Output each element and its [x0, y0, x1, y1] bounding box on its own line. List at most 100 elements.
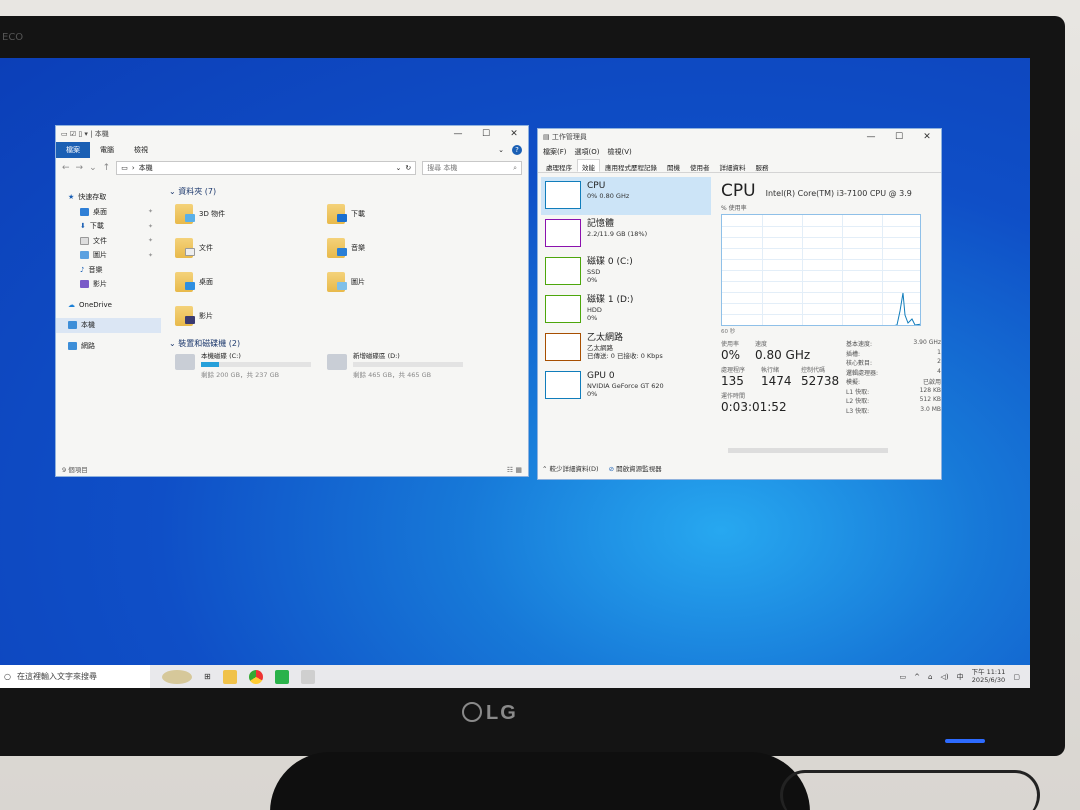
- horizontal-scrollbar[interactable]: [728, 448, 888, 453]
- resource-cpu[interactable]: CPU 0% 0.80 GHz: [541, 177, 711, 215]
- drive-c[interactable]: 本機磁碟 (C:) 剩餘 200 GB，共 237 GB: [175, 350, 311, 379]
- minimize-button[interactable]: —: [857, 132, 885, 142]
- maximize-button[interactable]: ☐: [472, 129, 500, 139]
- search-input[interactable]: 搜尋 本機 ⌕: [422, 161, 522, 175]
- task-manager-window: ▤ 工作管理員 — ☐ ✕ 檔案(F) 選項(O) 檢視(V) 處理程序 效能 …: [537, 128, 942, 480]
- pin-icon: ✦: [147, 251, 153, 259]
- drive-d[interactable]: 新增磁碟區 (D:) 剩餘 465 GB，共 465 GB: [327, 350, 463, 379]
- back-icon[interactable]: ←: [62, 163, 70, 173]
- tab-users[interactable]: 使用者: [685, 159, 715, 172]
- keyboard-icon[interactable]: ▭: [899, 673, 906, 681]
- tab-details[interactable]: 詳細資料: [715, 159, 751, 172]
- nav-quick-access[interactable]: ★ 快速存取: [56, 190, 161, 205]
- nav-this-pc[interactable]: 本機: [56, 318, 161, 333]
- folder-documents[interactable]: 文件: [175, 238, 213, 258]
- tab-app-history[interactable]: 應用程式歷程記錄: [600, 159, 662, 172]
- nav-item-documents[interactable]: 文件 ✦: [56, 234, 161, 249]
- line-icon[interactable]: [274, 669, 289, 684]
- menu-view[interactable]: 檢視(V): [607, 147, 631, 157]
- tab-file[interactable]: 檔案: [56, 142, 90, 158]
- nav-item-downloads[interactable]: ⬇ 下載 ✦: [56, 219, 161, 234]
- gpu-mini-graph: [545, 371, 581, 399]
- minimize-button[interactable]: —: [444, 129, 472, 139]
- nav-item-videos[interactable]: 影片: [56, 277, 161, 292]
- folder-downloads[interactable]: 下載: [327, 204, 365, 224]
- search-icon: ⌕: [513, 163, 517, 172]
- close-button[interactable]: ✕: [500, 129, 528, 139]
- nav-item-desktop[interactable]: 桌面 ✦: [56, 205, 161, 220]
- drive-c-usage-fill: [201, 362, 219, 367]
- tray-expand-icon[interactable]: ^: [914, 673, 920, 681]
- cloud-icon: ☁: [68, 300, 75, 309]
- tab-computer[interactable]: 電腦: [90, 142, 124, 158]
- tab-view[interactable]: 檢視: [124, 142, 158, 158]
- folders-group-header[interactable]: ⌄ 資料夾 (7): [169, 186, 216, 197]
- volume-icon[interactable]: ◁): [940, 673, 948, 681]
- pin-icon: ✦: [147, 237, 153, 245]
- notification-icon[interactable]: ▢: [1013, 673, 1020, 681]
- file-explorer-taskbar-icon[interactable]: [222, 669, 237, 684]
- forward-icon[interactable]: →: [76, 163, 84, 173]
- quick-access-toolbar[interactable]: ☑ ▯ ▾: [70, 130, 88, 138]
- tab-processes[interactable]: 處理程序: [541, 159, 577, 172]
- menu-options[interactable]: 選項(O): [575, 147, 600, 157]
- chrome-icon[interactable]: [248, 669, 263, 684]
- close-button[interactable]: ✕: [913, 132, 941, 142]
- ime-indicator[interactable]: 中: [957, 672, 964, 682]
- graph-time-label: 60 秒: [721, 329, 736, 335]
- disk1-mini-graph: [545, 295, 581, 323]
- tab-performance[interactable]: 效能: [577, 159, 600, 172]
- nav-network[interactable]: 網路: [56, 339, 161, 354]
- nav-item-pictures[interactable]: 圖片 ✦: [56, 248, 161, 263]
- stat-threads: 執行緒 1474: [761, 367, 792, 388]
- fewer-details-button[interactable]: ⌃ 較少詳細資料(D): [542, 463, 599, 473]
- address-bar-row: ← → ⌄ ↑ ▭ › 本機 ⌄ ↻ 搜尋 本機 ⌕: [56, 158, 528, 178]
- resource-memory[interactable]: 記憶體 2.2/11.9 GB (18%): [541, 215, 711, 253]
- resource-disk-1[interactable]: 磁碟 1 (D:) HDD 0%: [541, 291, 711, 329]
- nav-item-music[interactable]: ♪ 音樂: [56, 263, 161, 278]
- tab-startup[interactable]: 開機: [662, 159, 685, 172]
- taskbar-search-placeholder: 在這裡輸入文字來搜尋: [16, 672, 97, 681]
- drive-d-name: 新增磁碟區 (D:): [353, 352, 400, 360]
- maximize-button[interactable]: ☐: [885, 132, 913, 142]
- folder-3d-objects[interactable]: 3D 物件: [175, 204, 225, 224]
- taskmgr-titlebar[interactable]: ▤ 工作管理員 — ☐ ✕: [538, 129, 941, 145]
- folder-desktop[interactable]: 桌面: [175, 272, 213, 292]
- folder-icon: [327, 272, 347, 292]
- open-resource-monitor-link[interactable]: ⊘ 開啟資源監視器: [609, 463, 662, 473]
- tab-services[interactable]: 服務: [751, 159, 774, 172]
- resource-gpu[interactable]: GPU 0 NVIDIA GeForce GT 620 0%: [541, 367, 711, 405]
- folder-icon: [175, 306, 195, 326]
- recent-locations-icon[interactable]: ⌄: [89, 163, 97, 173]
- refresh-icon[interactable]: ↻: [405, 164, 411, 172]
- address-text: 本機: [138, 164, 153, 172]
- network-tray-icon[interactable]: ⌂: [928, 673, 932, 681]
- resource-disk-0[interactable]: 磁碟 0 (C:) SSD 0%: [541, 253, 711, 291]
- folder-videos[interactable]: 影片: [175, 306, 213, 326]
- view-toggle-icons[interactable]: ☷ ▦: [507, 466, 522, 474]
- task-view-icon[interactable]: ⊞: [204, 672, 211, 681]
- explorer-titlebar[interactable]: ▭ ☑ ▯ ▾ | 本機 — ☐ ✕: [56, 126, 528, 142]
- clock[interactable]: 下午 11:11 2025/6/30: [972, 668, 1006, 685]
- drive-icon: [327, 354, 347, 370]
- menu-file[interactable]: 檔案(F): [543, 147, 567, 157]
- drives-group-header[interactable]: ⌄ 裝置和磁碟機 (2): [169, 338, 240, 349]
- folder-icon: [327, 204, 347, 224]
- up-icon[interactable]: ↑: [103, 163, 111, 173]
- address-bar[interactable]: ▭ › 本機 ⌄ ↻: [116, 161, 417, 175]
- search-highlight-icon[interactable]: [162, 669, 192, 684]
- folder-icon: [175, 238, 195, 258]
- pin-icon: ✦: [147, 222, 153, 230]
- resource-list: CPU 0% 0.80 GHz 記憶體 2.2/11.9 GB (18%) 磁碟…: [541, 177, 711, 405]
- expand-ribbon-icon[interactable]: ⌄: [498, 146, 504, 154]
- resource-ethernet[interactable]: 乙太網路 乙太網路 已傳送: 0 已接收: 0 Kbps: [541, 329, 711, 367]
- taskbar-search-box[interactable]: ○ 在這裡輸入文字來搜尋: [0, 665, 150, 688]
- dropdown-icon[interactable]: ⌄: [395, 164, 401, 172]
- folder-pictures[interactable]: 圖片: [327, 272, 365, 292]
- folder-music[interactable]: 音樂: [327, 238, 365, 258]
- task-manager-taskbar-icon[interactable]: [300, 669, 315, 684]
- nav-onedrive[interactable]: ☁ OneDrive: [56, 298, 161, 313]
- star-icon: ★: [68, 193, 75, 202]
- monitor-corner-label: ECO: [2, 32, 24, 43]
- help-icon[interactable]: ?: [512, 145, 522, 155]
